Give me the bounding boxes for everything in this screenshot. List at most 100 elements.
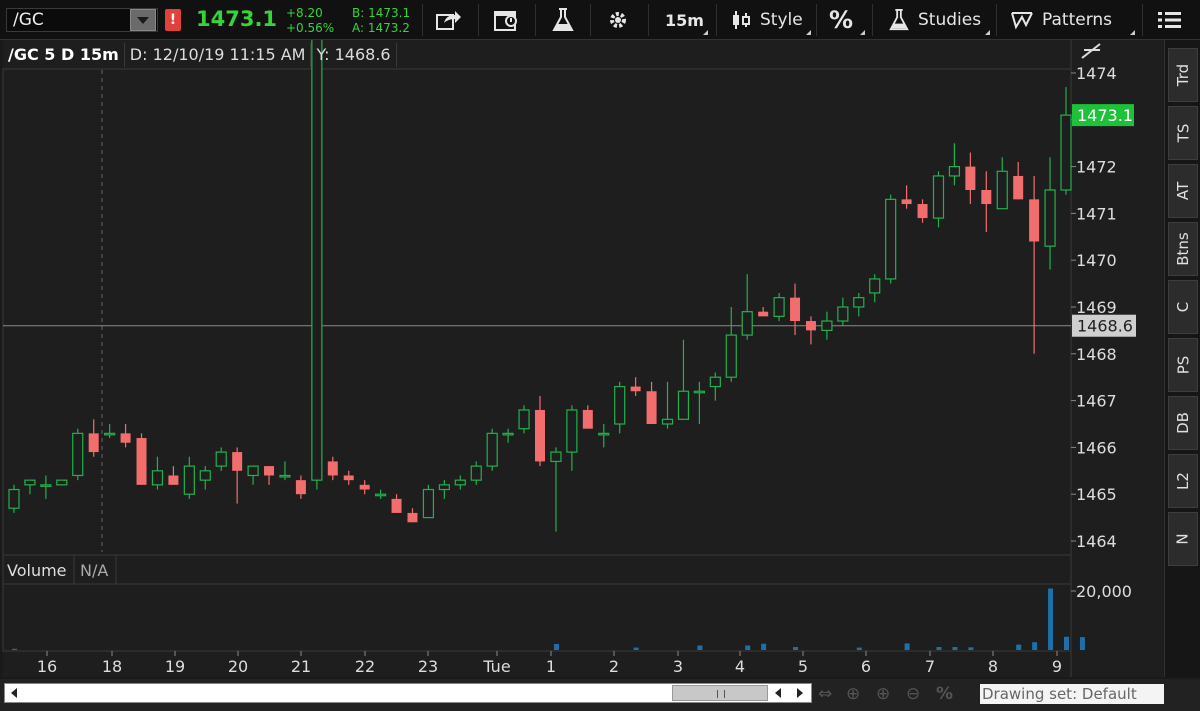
style-label: Style [760,10,803,30]
candle-body [327,461,338,476]
price-chart[interactable]: 1474 1 4 7 3 1472 1471 1470 1469 1468 1467 1466 1465… [0,40,1164,677]
aggregation-button[interactable]: 15m [665,0,704,40]
volume-bar [856,647,862,650]
gear-icon[interactable] [607,0,631,40]
percent-icon[interactable]: % [936,684,953,704]
last-price: 1473.1 [196,7,278,31]
price-axis-label: 1470 [1076,251,1117,270]
time-axis-label: 4 [735,657,745,676]
crosshair-icon[interactable]: ⊕ [846,684,860,704]
percent-button[interactable]: % [829,0,853,40]
candle-body [168,475,179,485]
candle-body [1060,114,1072,191]
volume-bar [1048,588,1054,650]
flask-icon[interactable] [551,0,577,40]
candle-body [311,40,323,481]
right-tab-label: Btns [1174,232,1192,266]
right-tab-ts[interactable]: TS [1168,106,1198,160]
candle-body [837,306,849,322]
price-panel[interactable] [2,68,1072,578]
volume-title: Volume [7,561,67,580]
bid-price: B: 1473.1 [352,6,411,20]
candle [486,428,498,471]
price-axis-label: 1474 [1076,64,1117,83]
right-tab-n[interactable]: N [1168,512,1198,566]
studies-button[interactable]: Studies [888,0,981,40]
zoom-out-icon[interactable]: ⊖ [906,684,920,704]
candle-body [725,334,737,378]
price-axis-label: 1468 [1076,345,1117,364]
style-button[interactable]: Style [730,0,803,40]
right-tab-l2[interactable]: L2 [1168,454,1198,508]
patterns-button[interactable]: Patterns [1010,0,1112,40]
candle-body [422,488,435,519]
candle-body [869,278,881,294]
candle [518,405,530,434]
net-change: +8.20 [286,6,323,20]
volume-panel[interactable] [2,554,1072,652]
candle-body [391,498,402,513]
right-tab-at[interactable]: AT [1168,164,1198,218]
time-axis-label: 7 [925,657,935,676]
drawing-set-selector[interactable]: Drawing set: Default [980,684,1164,704]
right-tab-c[interactable]: C [1168,280,1198,334]
candle-body [8,488,20,509]
candle-body [996,170,1008,210]
right-tab-ps[interactable]: PS [1168,338,1198,392]
candle-body [136,438,147,485]
alert-flag-icon[interactable]: ! [165,9,181,31]
right-tab-btns[interactable]: Btns [1168,222,1198,276]
volume-bar [936,647,942,650]
candle-body [981,190,992,205]
right-side-tabs: Trd TS AT Btns C PS DB L2 N [1164,40,1200,677]
chart-toolbar: /GC ! 1473.1 +8.20 +0.56% B: 1473.1 A: 1… [0,0,1200,40]
price-axis-label: 1465 [1076,485,1117,504]
candle-body [741,311,753,336]
calendar-icon[interactable] [493,0,521,40]
right-tab-label: AT [1173,181,1192,201]
cursor-date-label: D: 12/10/19 11:15 AM [125,43,312,67]
menu-icon[interactable] [1158,0,1182,40]
candle [773,292,785,322]
time-axis-label: 1 [546,657,556,676]
volume-bar [904,643,910,650]
candle-body [693,390,705,394]
step-right-arrow-icon[interactable] [790,683,810,703]
share-icon[interactable] [436,0,464,40]
volume-bar [1016,644,1022,650]
zoom-in-icon[interactable]: ⊕ [876,684,890,704]
drag-icon[interactable]: ⇔ [818,684,832,704]
candle-body [965,166,976,190]
scrollbar-thumb[interactable] [672,685,768,701]
time-axis-label: Tue [482,657,510,676]
price-axis-label: 1472 [1076,158,1117,177]
right-tab-db[interactable]: DB [1168,396,1198,450]
time-axis-label: 5 [798,657,808,676]
candle-body [183,465,195,495]
volume-axis-label: 20,000 [1076,582,1132,601]
candle-body [215,451,227,467]
candle-body [375,493,387,497]
volume-bar [697,645,703,650]
time-axis-label: 21 [291,657,311,676]
axis-scale-icon[interactable] [1081,43,1101,59]
scroll-left-arrow-icon[interactable] [4,683,24,703]
candle [136,433,147,485]
studies-label: Studies [918,10,982,30]
time-axis-label: 23 [418,657,438,676]
symbol-dropdown-button[interactable] [130,9,156,31]
right-tab-label: PS [1173,355,1192,375]
candle-body [535,409,545,462]
candle-body [438,484,450,491]
right-tab-trd[interactable]: Trd [1168,48,1198,102]
time-axis-label: 20 [228,657,248,676]
candle-body [758,311,769,317]
candle-body [646,391,657,424]
patterns-label: Patterns [1042,10,1113,30]
candle-body [120,433,131,443]
candle-body [72,432,84,477]
step-left-arrow-icon[interactable] [768,683,788,703]
candle-body [295,480,306,495]
candle-body [773,297,785,317]
candle-body [550,451,562,463]
